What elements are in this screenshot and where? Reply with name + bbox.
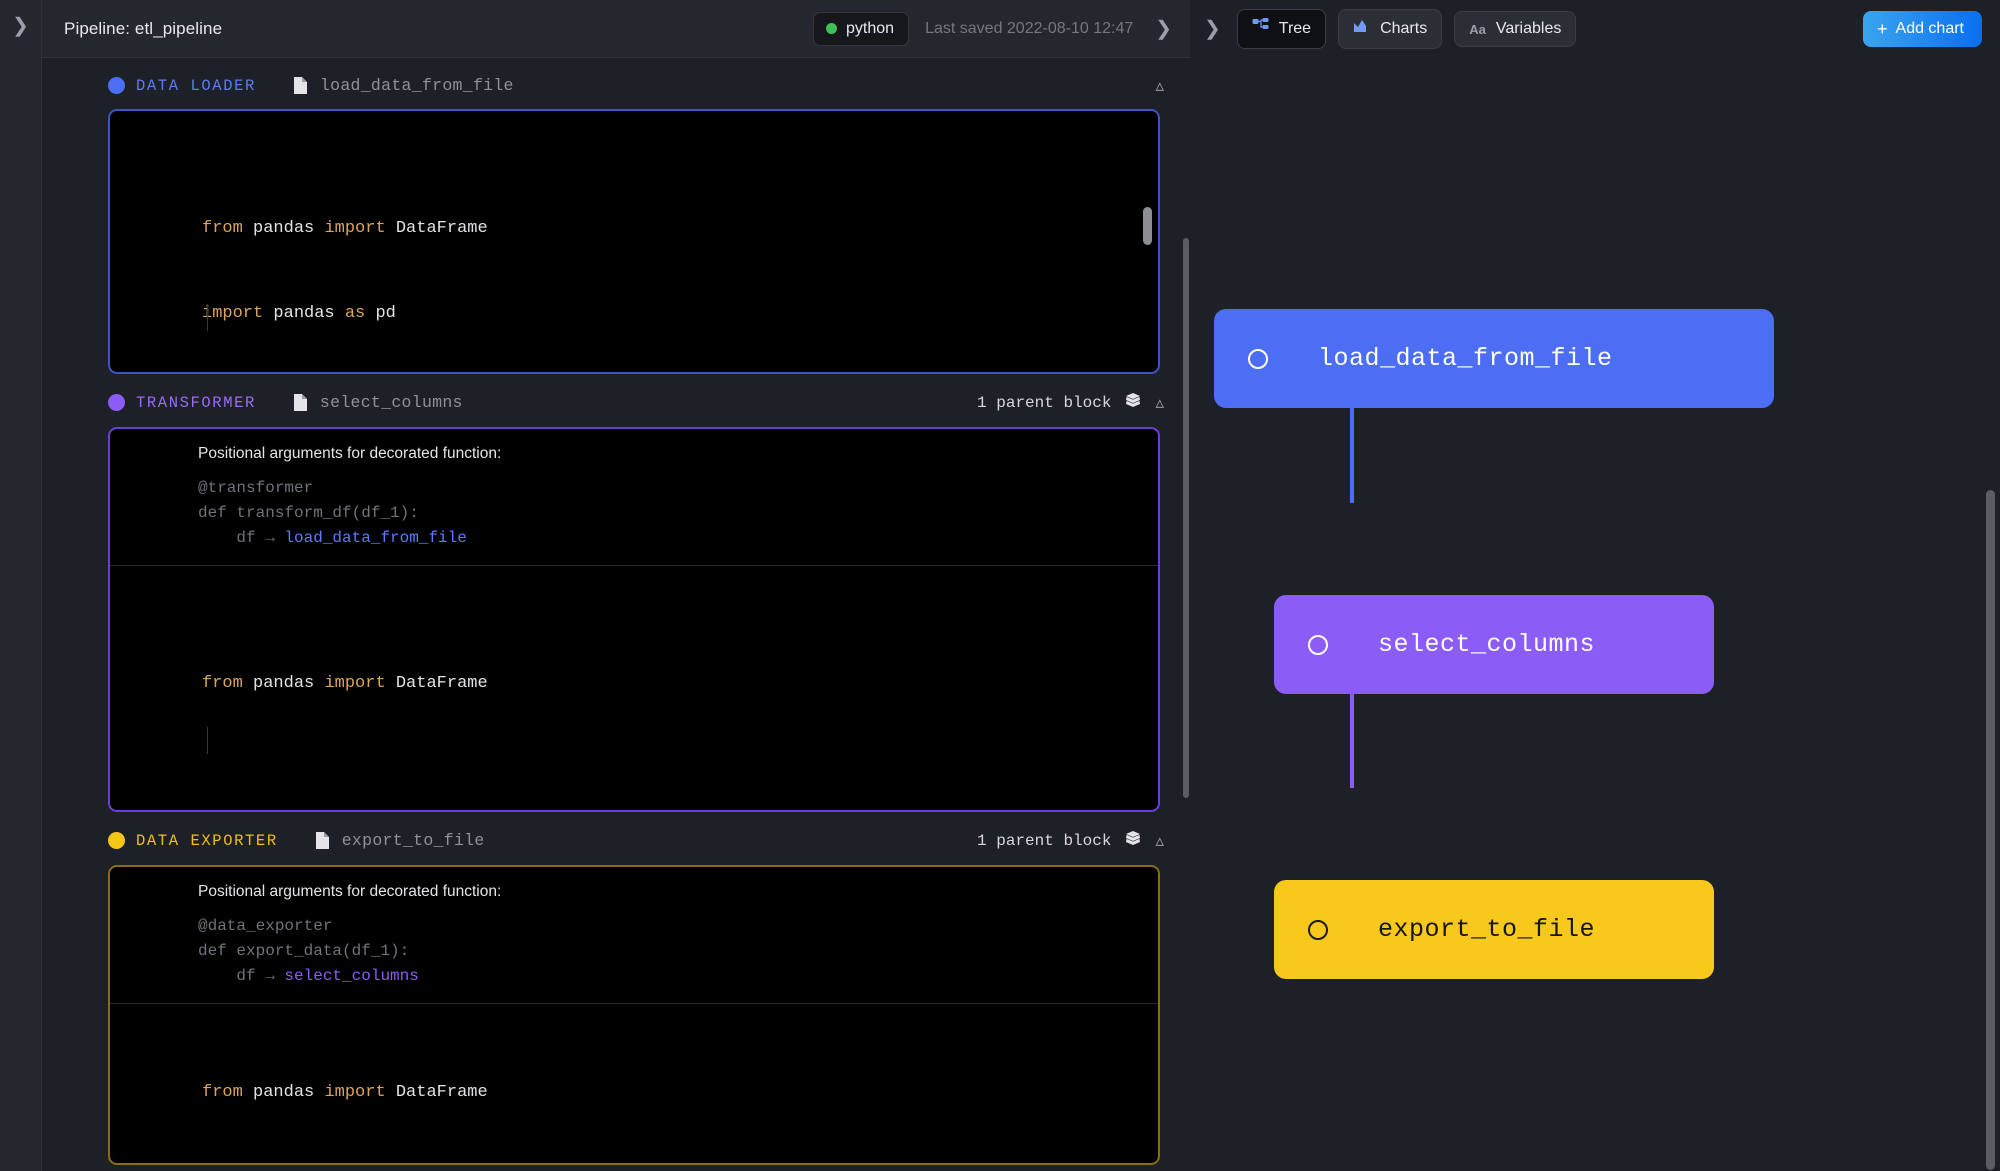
tab-charts[interactable]: Charts (1338, 9, 1442, 49)
tree-node-export-to-file[interactable]: export_to_file (1274, 880, 1714, 979)
file-icon (292, 393, 309, 412)
block-header-actions: ▵ (1155, 77, 1164, 94)
node-status-ring-icon (1248, 349, 1268, 369)
pipeline-topbar: Pipeline: etl_pipeline python Last saved… (42, 0, 1190, 58)
code-line: from pandas import DataFrame (110, 215, 1158, 244)
chart-icon (1353, 18, 1370, 40)
editor-scrollbar[interactable] (1143, 207, 1152, 245)
plus-icon: + (1877, 20, 1888, 38)
block-header[interactable]: DATA LOADER load_data_from_file ▵ (42, 58, 1190, 109)
chevron-right-icon[interactable]: ❯ (1155, 19, 1172, 39)
tree-icon (1252, 18, 1269, 40)
block-type-dot-icon (108, 394, 125, 411)
block-header-actions: 1 parent block ▵ (977, 392, 1164, 413)
positional-args-code: @data_exporter def export_data(df_1): df… (110, 914, 1158, 989)
chevron-up-icon[interactable]: ▵ (1155, 77, 1164, 94)
pipeline-tree-canvas[interactable]: load_data_from_file select_columns expor… (1190, 58, 2000, 1171)
code-editor-transformer[interactable]: Positional arguments for decorated funct… (108, 427, 1160, 812)
add-chart-label: Add chart (1896, 20, 1964, 38)
block-transformer: TRANSFORMER select_columns 1 parent bloc… (42, 374, 1190, 812)
block-name-label: load_data_from_file (320, 76, 514, 95)
language-chip[interactable]: python (813, 12, 909, 46)
block-name-label: export_to_file (342, 831, 485, 850)
code-editor-data-loader[interactable]: from pandas import DataFrame import pand… (108, 109, 1160, 374)
left-rail: ❯ (0, 0, 42, 1171)
code-content[interactable]: from pandas import DataFrame @data_expor… (110, 1004, 1158, 1165)
block-header[interactable]: DATA EXPORTER export_to_file 1 parent bl… (42, 812, 1190, 865)
tab-tree[interactable]: Tree (1237, 9, 1326, 49)
file-icon (314, 831, 331, 850)
page-title: Pipeline: etl_pipeline (64, 19, 222, 39)
tree-node-label: load_data_from_file (1318, 344, 1613, 373)
tab-variables[interactable]: Aa Variables (1454, 11, 1576, 47)
code-editor-data-exporter[interactable]: Positional arguments for decorated funct… (108, 865, 1160, 1165)
code-line: from pandas import DataFrame (110, 1079, 1158, 1108)
positional-args-box: Positional arguments for decorated funct… (110, 867, 1158, 1004)
block-type-label: DATA LOADER (136, 77, 256, 95)
block-name-label: select_columns (320, 393, 463, 412)
positional-args-code: @transformer def transform_df(df_1): df … (110, 476, 1158, 551)
vertical-scrollbar[interactable] (1986, 490, 1995, 1170)
node-status-ring-icon (1308, 920, 1328, 940)
tree-node-label: select_columns (1378, 630, 1595, 659)
stack-layers-icon[interactable] (1125, 392, 1141, 413)
block-type-label: DATA EXPORTER (136, 832, 278, 850)
block-type-dot-icon (108, 77, 125, 94)
app-root: ❯ Pipeline: etl_pipeline python Last sav… (0, 0, 2000, 1171)
tab-label: Tree (1279, 20, 1311, 38)
tree-topbar: ❯ Tree Charts Aa Variables + Add chart (1190, 0, 2000, 58)
parent-block-ref[interactable]: select_columns (284, 967, 418, 985)
code-line (110, 755, 1158, 784)
tree-panel: ❯ Tree Charts Aa Variables + Add chart (1190, 0, 2000, 1171)
block-data-loader: DATA LOADER load_data_from_file ▵ from p… (42, 58, 1190, 374)
positional-args-box: Positional arguments for decorated funct… (110, 429, 1158, 566)
block-header[interactable]: TRANSFORMER select_columns 1 parent bloc… (42, 374, 1190, 427)
code-line (110, 1165, 1158, 1166)
aa-text-icon: Aa (1469, 22, 1486, 37)
code-content[interactable]: from pandas import DataFrame import pand… (110, 111, 1158, 374)
chevron-up-icon[interactable]: ▵ (1155, 832, 1164, 849)
parent-block-ref[interactable]: load_data_from_file (284, 529, 466, 547)
block-type-label: TRANSFORMER (136, 394, 256, 412)
code-content[interactable]: from pandas import DataFrame @transforme… (110, 566, 1158, 812)
tree-node-load-data-from-file[interactable]: load_data_from_file (1214, 309, 1774, 408)
tab-label: Charts (1380, 20, 1427, 38)
positional-args-title: Positional arguments for decorated funct… (110, 445, 1158, 476)
tab-label: Variables (1496, 20, 1562, 38)
panel-resizer[interactable] (1182, 58, 1190, 1171)
block-header-actions: 1 parent block ▵ (977, 830, 1164, 851)
last-saved-text: Last saved 2022-08-10 12:47 (925, 20, 1133, 38)
code-line: from pandas import DataFrame (110, 670, 1158, 699)
language-label: python (846, 20, 894, 38)
code-line: import pandas as pd (110, 300, 1158, 329)
file-icon (292, 76, 309, 95)
block-list: DATA LOADER load_data_from_file ▵ from p… (42, 58, 1190, 1171)
positional-args-title: Positional arguments for decorated funct… (110, 883, 1158, 914)
stack-layers-icon[interactable] (1125, 830, 1141, 851)
node-status-ring-icon (1308, 635, 1328, 655)
status-dot-icon (826, 23, 837, 34)
chevron-right-icon[interactable]: ❯ (1204, 19, 1221, 39)
code-panel: Pipeline: etl_pipeline python Last saved… (42, 0, 1190, 1171)
block-type-dot-icon (108, 832, 125, 849)
topbar-right-group: python Last saved 2022-08-10 12:47 ❯ (813, 12, 1172, 46)
parent-block-count: 1 parent block (977, 832, 1111, 850)
tree-node-label: export_to_file (1378, 915, 1595, 944)
tree-node-select-columns[interactable]: select_columns (1274, 595, 1714, 694)
add-chart-button[interactable]: + Add chart (1863, 11, 1982, 47)
parent-block-count: 1 parent block (977, 394, 1111, 412)
chevron-up-icon[interactable]: ▵ (1155, 394, 1164, 411)
block-data-exporter: DATA EXPORTER export_to_file 1 parent bl… (42, 812, 1190, 1165)
chevron-right-icon[interactable]: ❯ (12, 16, 29, 36)
